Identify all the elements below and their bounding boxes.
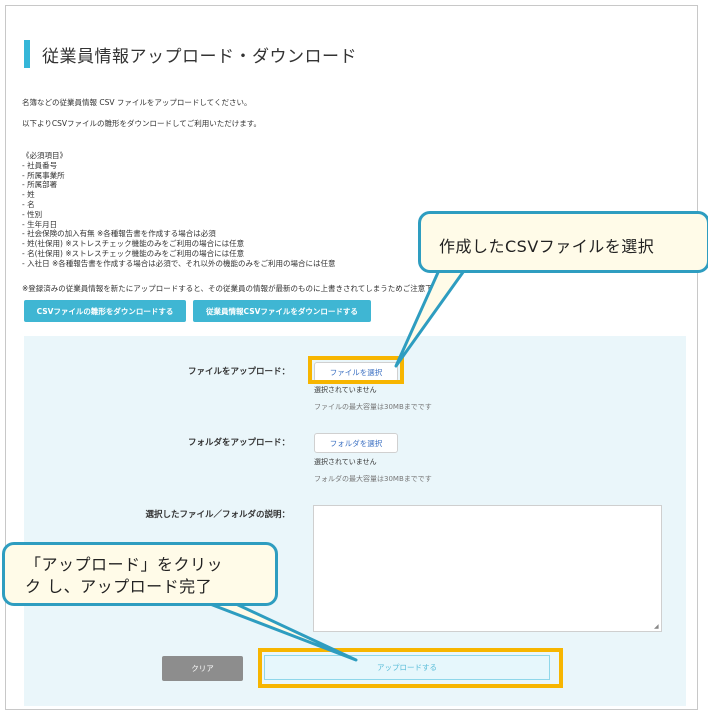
callout-select-text: 作成したCSVファイルを選択 bbox=[439, 237, 655, 256]
list-item: - 性別 bbox=[22, 209, 43, 219]
clear-button[interactable]: クリア bbox=[162, 656, 243, 681]
page-title: 従業員情報アップロード・ダウンロード bbox=[42, 47, 357, 67]
callout-upload-line-2: ク し、アップロード完了 bbox=[25, 577, 213, 596]
folder-upload-label: フォルダをアップロード： bbox=[187, 438, 290, 448]
highlight-upload-button bbox=[258, 648, 563, 688]
list-item: 《必須項目》 bbox=[22, 151, 67, 160]
list-item: - 社員番号 bbox=[22, 160, 58, 170]
list-item: - 入社日 ※各種報告書を作成する場合は必須で、それ以外の機能のみをご利用の場合… bbox=[22, 258, 336, 268]
list-item: - 社会保険の加入有無 ※各種報告書を作成する場合は必須 bbox=[22, 229, 216, 239]
description-label: 選択したファイル／フォルダの説明： bbox=[145, 510, 290, 520]
description-textarea[interactable] bbox=[313, 505, 662, 632]
list-item: - 姓 bbox=[22, 190, 35, 200]
list-item: - 所属部署 bbox=[22, 180, 58, 190]
file-upload-label: ファイルをアップロード： bbox=[187, 367, 290, 377]
template-info-text: 以下よりCSVファイルの雛形をダウンロードしてご利用いただけます。 bbox=[22, 119, 262, 128]
file-status: 選択されていません bbox=[314, 386, 377, 394]
callout-select-csv: 作成したCSVファイルを選択 bbox=[418, 211, 708, 273]
callout-upload-line-1: 「アップロード」をクリッ bbox=[25, 555, 224, 574]
list-item: - 生年月日 bbox=[22, 219, 58, 229]
download-template-button[interactable]: CSVファイルの雛形をダウンロードする bbox=[24, 300, 186, 322]
download-employee-csv-button[interactable]: 従業員情報CSVファイルをダウンロードする bbox=[193, 300, 371, 322]
intro-text: 名簿などの従業員情報 CSV ファイルをアップロードしてください。 bbox=[22, 98, 252, 107]
title-accent-bar bbox=[24, 40, 30, 68]
list-item: - 名 bbox=[22, 199, 35, 209]
folder-status: 選択されていません bbox=[314, 458, 377, 466]
folder-size-limit: フォルダの最大容量は30MBまでです bbox=[314, 475, 432, 483]
required-fields-list: 《必須項目》 - 社員番号 - 所属事業所 - 所属部署 - 姓 - 名 - 性… bbox=[22, 151, 335, 269]
resize-handle-icon[interactable]: ◢ bbox=[654, 624, 660, 630]
callout-upload-text: 「アップロード」をクリッ ク し、アップロード完了 bbox=[25, 554, 223, 598]
list-item: - 所属事業所 bbox=[22, 170, 65, 180]
list-item: - 姓(社保用) ※ストレスチェック機能のみをご利用の場合には任意 bbox=[22, 239, 245, 249]
overwrite-warning: ※登録済みの従業員情報を新たにアップロードすると、その従業員の情報が最新のものに… bbox=[22, 284, 456, 293]
choose-folder-button[interactable]: フォルダを選択 bbox=[314, 433, 398, 453]
file-size-limit: ファイルの最大容量は30MBまでです bbox=[314, 403, 432, 411]
list-item: - 名(社保用) ※ストレスチェック機能のみをご利用の場合には任意 bbox=[22, 248, 245, 258]
highlight-file-button bbox=[308, 356, 404, 384]
callout-upload: 「アップロード」をクリッ ク し、アップロード完了 bbox=[2, 542, 278, 606]
